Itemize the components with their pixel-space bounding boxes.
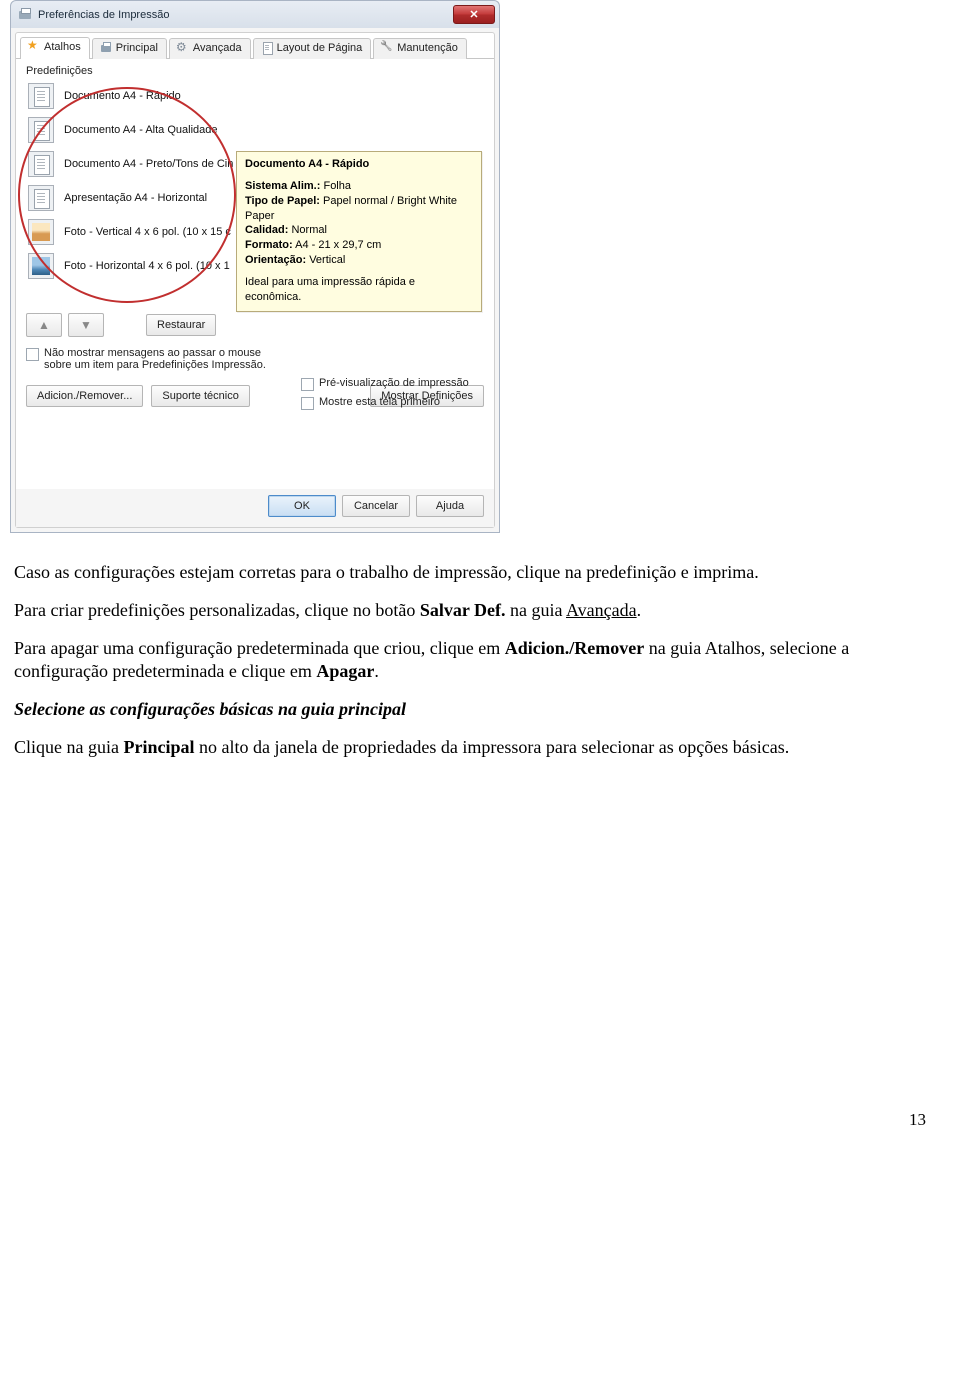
printer-icon	[17, 7, 33, 23]
help-button[interactable]: Ajuda	[416, 495, 484, 517]
document-body: Caso as configurações estejam corretas p…	[14, 561, 910, 760]
preset-item[interactable]: Documento A4 - Alta Qualidade	[26, 113, 484, 147]
section-subhead: Selecione as configurações básicas na gu…	[14, 698, 910, 722]
paragraph: Caso as configurações estejam corretas p…	[14, 561, 910, 585]
tab-label: Manutenção	[397, 42, 458, 54]
tooltip-title: Documento A4 - Rápido	[245, 157, 473, 172]
printer-icon	[99, 41, 113, 55]
document-icon	[28, 83, 54, 109]
paragraph: Para apagar uma configuração predetermin…	[14, 637, 910, 685]
star-icon	[27, 40, 41, 54]
checkbox-icon	[26, 348, 39, 361]
wrench-icon	[380, 41, 394, 55]
dialog-title: Preferências de Impressão	[38, 9, 169, 21]
arrow-up-icon: ▲	[38, 318, 50, 332]
document-icon	[28, 151, 54, 177]
add-remove-button[interactable]: Adicion./Remover...	[26, 385, 143, 407]
page-number: 13	[10, 1110, 930, 1130]
checkbox-icon	[301, 378, 314, 391]
preset-label: Foto - Vertical 4 x 6 pol. (10 x 15 c	[64, 226, 231, 238]
tab-label: Layout de Página	[277, 42, 363, 54]
photo-icon	[28, 219, 54, 245]
presets-heading: Predefinições	[26, 65, 484, 77]
arrow-down-icon: ▼	[80, 318, 92, 332]
photo-icon	[28, 253, 54, 279]
close-button[interactable]: ✕	[453, 5, 495, 24]
checkbox-label: Pré-visualização de impressão	[319, 377, 469, 389]
checkbox-icon	[301, 397, 314, 410]
restore-button[interactable]: Restaurar	[146, 314, 216, 336]
print-preferences-dialog: Preferências de Impressão ✕ Atalhos Prin…	[10, 0, 500, 533]
move-down-button[interactable]: ▼	[68, 313, 104, 337]
preset-label: Documento A4 - Rápido	[64, 90, 181, 102]
paragraph: Para criar predefinições personalizadas,…	[14, 599, 910, 623]
tooltip-description: Ideal para uma impressão rápida e econôm…	[245, 275, 473, 305]
tab-manutencao[interactable]: Manutenção	[373, 38, 467, 59]
preset-item[interactable]: Documento A4 - Rápido	[26, 79, 484, 113]
preset-label: Apresentação A4 - Horizontal	[64, 192, 207, 204]
page-icon	[260, 41, 274, 55]
support-button[interactable]: Suporte técnico	[151, 385, 249, 407]
tab-avancada[interactable]: Avançada	[169, 38, 251, 59]
checkbox-preview[interactable]: Pré-visualização de impressão	[301, 377, 469, 391]
preset-label: Foto - Horizontal 4 x 6 pol. (10 x 1	[64, 260, 230, 272]
document-icon	[28, 117, 54, 143]
preset-tooltip: Documento A4 - Rápido Sistema Alim.: Fol…	[236, 151, 482, 312]
preset-label: Documento A4 - Alta Qualidade	[64, 124, 217, 136]
titlebar[interactable]: Preferências de Impressão ✕	[10, 0, 500, 28]
cancel-button[interactable]: Cancelar	[342, 495, 410, 517]
paragraph: Clique na guia Principal no alto da jane…	[14, 736, 910, 760]
tab-label: Atalhos	[44, 41, 81, 53]
tab-atalhos[interactable]: Atalhos	[20, 37, 90, 59]
checkbox-label: Não mostrar mensagens ao passar o mouse …	[44, 347, 284, 371]
close-icon: ✕	[469, 8, 478, 21]
ok-button[interactable]: OK	[268, 495, 336, 517]
checkbox-label: Mostre esta tela primeiro	[319, 396, 440, 408]
dialog-footer: OK Cancelar Ajuda	[16, 489, 494, 527]
tabs: Atalhos Principal Avançada Layout de Pág…	[16, 33, 494, 59]
checkbox-show-first[interactable]: Mostre esta tela primeiro	[301, 396, 469, 410]
tab-principal[interactable]: Principal	[92, 38, 167, 59]
gear-icon	[176, 41, 190, 55]
document-icon	[28, 185, 54, 211]
preset-label: Documento A4 - Preto/Tons de Cin	[64, 158, 233, 170]
move-up-button[interactable]: ▲	[26, 313, 62, 337]
tab-label: Principal	[116, 42, 158, 54]
tab-layout[interactable]: Layout de Página	[253, 38, 372, 59]
checkbox-hide-messages[interactable]: Não mostrar mensagens ao passar o mouse …	[26, 347, 484, 371]
tab-label: Avançada	[193, 42, 242, 54]
